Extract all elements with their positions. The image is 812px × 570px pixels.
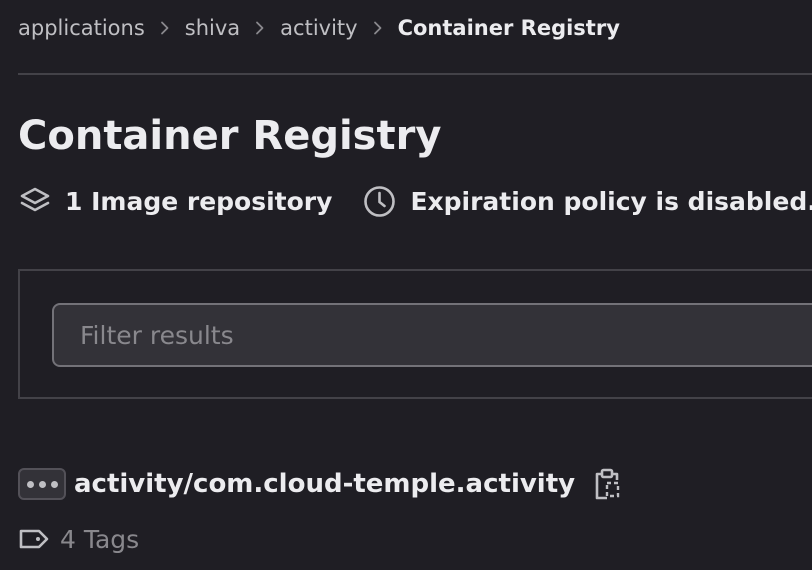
expiration-policy-label: Expiration policy is disabled. — [410, 186, 812, 216]
tags-count-label: 4 Tags — [60, 524, 140, 554]
chevron-right-icon — [372, 21, 384, 35]
ellipsis-icon-dot — [38, 480, 46, 488]
image-repository-count-label: 1 Image repository — [65, 186, 333, 216]
ellipsis-icon-dot — [50, 480, 58, 488]
label-icon — [18, 524, 52, 554]
copy-to-clipboard-icon[interactable] — [589, 466, 625, 502]
more-actions-button[interactable] — [18, 468, 66, 500]
filter-results-input[interactable] — [52, 303, 812, 367]
tags-count: 4 Tags — [18, 522, 139, 556]
filter-panel — [18, 269, 812, 399]
breadcrumb-item-applications[interactable]: applications — [18, 16, 145, 40]
page-title: Container Registry — [18, 113, 442, 159]
clock-icon — [363, 185, 396, 218]
breadcrumb-item-shiva[interactable]: shiva — [185, 16, 240, 40]
breadcrumb-item-activity[interactable]: activity — [280, 16, 357, 40]
repository-list-item: activity/com.cloud-temple.activity — [18, 464, 625, 504]
container-registry-page: applications shiva activity Container Re… — [0, 0, 812, 570]
expiration-policy-status: Expiration policy is disabled. — [363, 185, 812, 218]
breadcrumb-item-container-registry[interactable]: Container Registry — [398, 16, 620, 40]
image-repository-count: 1 Image repository — [18, 185, 332, 218]
layers-icon — [18, 185, 51, 218]
breadcrumb: applications shiva activity Container Re… — [18, 12, 620, 44]
chevron-right-icon — [159, 21, 171, 35]
breadcrumb-divider — [18, 73, 812, 75]
chevron-right-icon — [254, 21, 266, 35]
registry-metadata: 1 Image repository Expiration policy is … — [18, 182, 812, 220]
repository-name-link[interactable]: activity/com.cloud-temple.activity — [74, 469, 575, 499]
ellipsis-icon-dot — [26, 480, 34, 488]
